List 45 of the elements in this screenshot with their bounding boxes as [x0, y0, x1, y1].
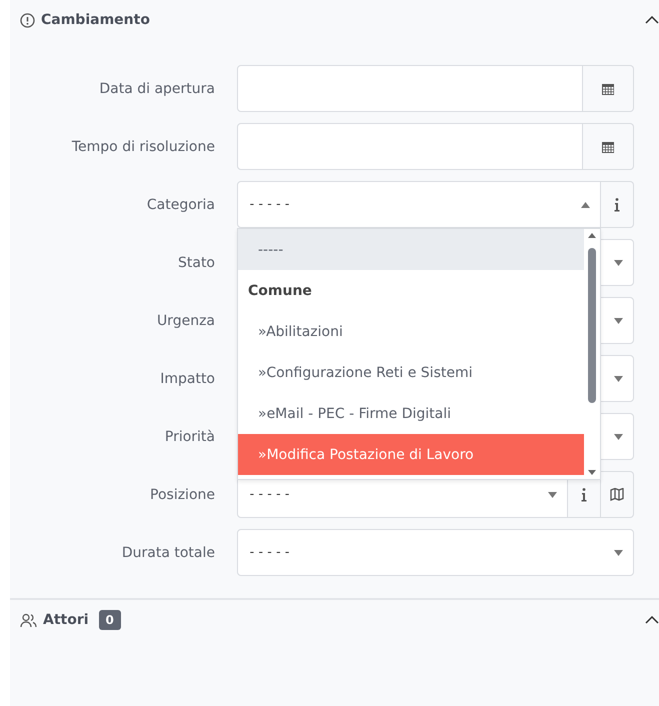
- field-label: Durata totale: [120, 544, 215, 560]
- dropdown-option[interactable]: »Configurazione Reti e Sistemi: [238, 352, 584, 393]
- date-field[interactable]: [237, 123, 583, 170]
- calendar-button[interactable]: [583, 123, 634, 170]
- calendar-icon: [601, 140, 615, 154]
- caret-icon: [548, 492, 557, 498]
- field-label: Stato: [176, 254, 215, 270]
- field-label: Tempo di risoluzione: [70, 138, 215, 154]
- caret-icon: [614, 434, 623, 440]
- chevron-icon[interactable]: [645, 616, 659, 624]
- field-label: Urgenza: [156, 312, 215, 328]
- caret-icon: [614, 550, 623, 556]
- chevron-icon[interactable]: [645, 16, 659, 24]
- select-value: -----: [248, 487, 292, 502]
- caret-icon: [614, 260, 623, 266]
- map-button[interactable]: [601, 471, 634, 518]
- select-value: -----: [248, 197, 292, 212]
- calendar-button[interactable]: [583, 65, 634, 112]
- map-icon: [610, 488, 624, 501]
- dropdown-option[interactable]: -----: [238, 229, 584, 270]
- caret-icon: [581, 202, 590, 208]
- field-label: Priorità: [164, 428, 215, 444]
- select-field[interactable]: -----: [237, 529, 634, 576]
- dropdown-option[interactable]: »Abilitazioni: [238, 311, 584, 352]
- option-group-label: Comune: [247, 282, 313, 300]
- section-title: Cambiamento: [41, 12, 150, 28]
- field-label: Impatto: [159, 370, 215, 386]
- count-badge: 0: [98, 610, 121, 630]
- caret-icon: [614, 376, 623, 382]
- users-icon: [20, 612, 37, 628]
- date-field[interactable]: [237, 65, 583, 112]
- section-title: Attori: [43, 612, 89, 628]
- field-label: Data di apertura: [98, 80, 215, 96]
- calendar-icon: [601, 82, 615, 96]
- dropdown-option[interactable]: »eMail - PEC - Firme Digitali: [238, 393, 584, 434]
- select-field[interactable]: -----: [237, 181, 601, 228]
- alert-icon: [20, 12, 35, 28]
- caret-icon: [614, 318, 623, 324]
- info-icon: [581, 488, 587, 502]
- field-label: Categoria: [146, 196, 215, 212]
- scroll-down-icon: [588, 470, 596, 475]
- scrollbar-thumb[interactable]: [588, 248, 596, 403]
- select-value: -----: [248, 545, 292, 560]
- info-icon: [614, 198, 620, 212]
- field-label: Posizione: [149, 486, 215, 502]
